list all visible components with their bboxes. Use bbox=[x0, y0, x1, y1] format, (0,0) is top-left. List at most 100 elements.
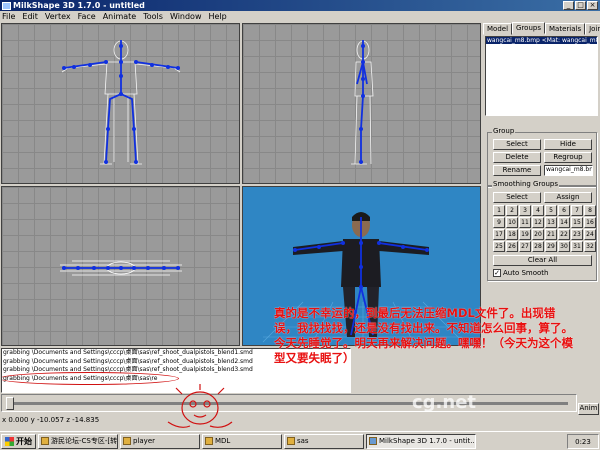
taskbar-item-player[interactable]: player bbox=[120, 433, 200, 449]
smoothing-group-button[interactable]: 31 bbox=[571, 241, 583, 252]
smoothing-group-button[interactable]: 32 bbox=[584, 241, 596, 252]
front-viewport[interactable] bbox=[1, 23, 240, 184]
red-circle-annotation bbox=[2, 372, 179, 385]
smoothing-group-button[interactable]: 16 bbox=[584, 217, 596, 228]
maximize-button[interactable]: □ bbox=[575, 1, 586, 10]
smoothing-group-button[interactable]: 27 bbox=[519, 241, 531, 252]
rename-group-button[interactable]: Rename bbox=[493, 165, 541, 176]
smoothing-group-button[interactable]: 2 bbox=[506, 205, 518, 216]
folder-icon bbox=[205, 437, 213, 445]
menu-bar: File Edit Vertex Face Animate Tools Wind… bbox=[0, 11, 600, 22]
windows-logo-icon bbox=[5, 436, 14, 446]
smoothing-group-button[interactable]: 10 bbox=[506, 217, 518, 228]
menu-help[interactable]: Help bbox=[209, 12, 227, 21]
title-bar: MilkShape 3D 1.7.0 - untitled _ □ × bbox=[0, 0, 600, 11]
taskbar-item-label: sas bbox=[297, 437, 309, 445]
taskbar-item-forum[interactable]: 游民论坛-CS专区-[转... bbox=[38, 433, 118, 449]
smoothing-group-button[interactable]: 30 bbox=[558, 241, 570, 252]
smoothing-group-button[interactable]: 5 bbox=[545, 205, 557, 216]
menu-vertex[interactable]: Vertex bbox=[45, 12, 71, 21]
group-legend: Group bbox=[492, 127, 516, 135]
smoothing-group-button[interactable]: 1 bbox=[493, 205, 505, 216]
auto-smooth-label: Auto Smooth bbox=[503, 269, 549, 277]
taskbar-item-label: MilkShape 3D 1.7.0 - untit... bbox=[379, 437, 476, 445]
taskbar-item-sas[interactable]: sas bbox=[284, 433, 364, 449]
regroup-button[interactable]: Regroup bbox=[544, 152, 592, 163]
panel-tabs: Model Groups Materials Joints bbox=[483, 22, 600, 35]
taskbar-item-mdl[interactable]: MDL bbox=[202, 433, 282, 449]
start-button[interactable]: 开始 bbox=[1, 433, 36, 449]
group-list-item[interactable]: wangcai_m8.bmp <Mat: wangcai_m8 bbox=[486, 37, 597, 44]
smoothing-group-button[interactable]: 19 bbox=[519, 229, 531, 240]
select-group-button[interactable]: Select bbox=[493, 139, 541, 150]
side-skeleton-figure bbox=[351, 40, 374, 165]
side-viewport[interactable] bbox=[242, 23, 481, 184]
viewport-area bbox=[1, 23, 481, 346]
smoothing-group-button[interactable]: 25 bbox=[493, 241, 505, 252]
smoothing-group-button[interactable]: 3 bbox=[519, 205, 531, 216]
smoothing-group-button[interactable]: 22 bbox=[558, 229, 570, 240]
smoothing-group-button[interactable]: 26 bbox=[506, 241, 518, 252]
smoothing-group-button[interactable]: 4 bbox=[532, 205, 544, 216]
smoothing-group-button[interactable]: 11 bbox=[519, 217, 531, 228]
browser-icon bbox=[41, 437, 49, 445]
smoothing-group-button[interactable]: 12 bbox=[532, 217, 544, 228]
timeline-track bbox=[8, 402, 568, 405]
menu-window[interactable]: Window bbox=[170, 12, 202, 21]
animation-timeline[interactable] bbox=[1, 394, 577, 412]
smoothing-group-button[interactable]: 23 bbox=[571, 229, 583, 240]
status-bar: x 0.000 y -10.057 z -14.835 bbox=[0, 414, 600, 425]
menu-face[interactable]: Face bbox=[78, 12, 96, 21]
milkshape-icon bbox=[369, 437, 377, 445]
timeline-slider-thumb[interactable] bbox=[6, 397, 14, 410]
window-title: MilkShape 3D 1.7.0 - untitled bbox=[13, 1, 145, 10]
smoothing-group-button[interactable]: 14 bbox=[558, 217, 570, 228]
coordinate-readout: x 0.000 y -10.057 z -14.835 bbox=[2, 415, 100, 424]
smoothing-group-button[interactable]: 24 bbox=[584, 229, 596, 240]
smoothing-legend: Smoothing Groups bbox=[492, 180, 560, 188]
app-icon bbox=[2, 1, 11, 10]
hide-group-button[interactable]: Hide bbox=[544, 139, 592, 150]
taskbar-item-label: MDL bbox=[215, 437, 231, 445]
top-skeleton-figure bbox=[60, 260, 182, 276]
smoothing-group-button[interactable]: 28 bbox=[532, 241, 544, 252]
close-button[interactable]: × bbox=[587, 1, 598, 10]
group-name-field[interactable]: wangcai_m8.bn bbox=[544, 165, 593, 176]
menu-edit[interactable]: Edit bbox=[22, 12, 38, 21]
smoothing-select-button[interactable]: Select bbox=[493, 192, 541, 203]
auto-smooth-checkbox[interactable]: ✓ bbox=[493, 269, 501, 277]
folder-icon bbox=[287, 437, 295, 445]
top-viewport[interactable] bbox=[1, 186, 240, 346]
smoothing-group-button[interactable]: 21 bbox=[545, 229, 557, 240]
smoothing-group-button[interactable]: 9 bbox=[493, 217, 505, 228]
menu-animate[interactable]: Animate bbox=[103, 12, 137, 21]
menu-file[interactable]: File bbox=[2, 12, 15, 21]
taskbar: 开始 游民论坛-CS专区-[转... player MDL sas MilkSh… bbox=[0, 431, 600, 450]
smoothing-group-button[interactable]: 8 bbox=[584, 205, 596, 216]
front-skeleton-figure bbox=[61, 40, 181, 165]
smoothing-group-button[interactable]: 18 bbox=[506, 229, 518, 240]
menu-tools[interactable]: Tools bbox=[143, 12, 163, 21]
smoothing-group-button[interactable]: 6 bbox=[558, 205, 570, 216]
tab-materials[interactable]: Materials bbox=[545, 23, 586, 35]
clear-all-button[interactable]: Clear All bbox=[493, 255, 592, 266]
taskbar-item-label: 游民论坛-CS专区-[转... bbox=[51, 437, 118, 445]
minimize-button[interactable]: _ bbox=[563, 1, 574, 10]
smoothing-group-button[interactable]: 13 bbox=[545, 217, 557, 228]
folder-icon bbox=[123, 437, 131, 445]
tab-groups[interactable]: Groups bbox=[512, 22, 545, 34]
taskbar-item-milkshape[interactable]: MilkShape 3D 1.7.0 - untit... bbox=[366, 433, 476, 449]
smoothing-groups-section: Smoothing Groups Select Assign 123456789… bbox=[487, 180, 597, 281]
smoothing-group-button[interactable]: 15 bbox=[571, 217, 583, 228]
tab-joints[interactable]: Joints bbox=[585, 23, 600, 35]
smoothing-group-button[interactable]: 29 bbox=[545, 241, 557, 252]
delete-group-button[interactable]: Delete bbox=[493, 152, 541, 163]
smoothing-group-button[interactable]: 20 bbox=[532, 229, 544, 240]
smoothing-assign-button[interactable]: Assign bbox=[544, 192, 592, 203]
group-list[interactable]: wangcai_m8.bmp <Mat: wangcai_m8 bbox=[485, 36, 598, 116]
tab-model[interactable]: Model bbox=[483, 23, 513, 35]
auto-smooth-row[interactable]: ✓ Auto Smooth bbox=[493, 269, 549, 277]
watermark-logo: cg.net bbox=[412, 392, 477, 413]
smoothing-group-button[interactable]: 7 bbox=[571, 205, 583, 216]
smoothing-group-button[interactable]: 17 bbox=[493, 229, 505, 240]
